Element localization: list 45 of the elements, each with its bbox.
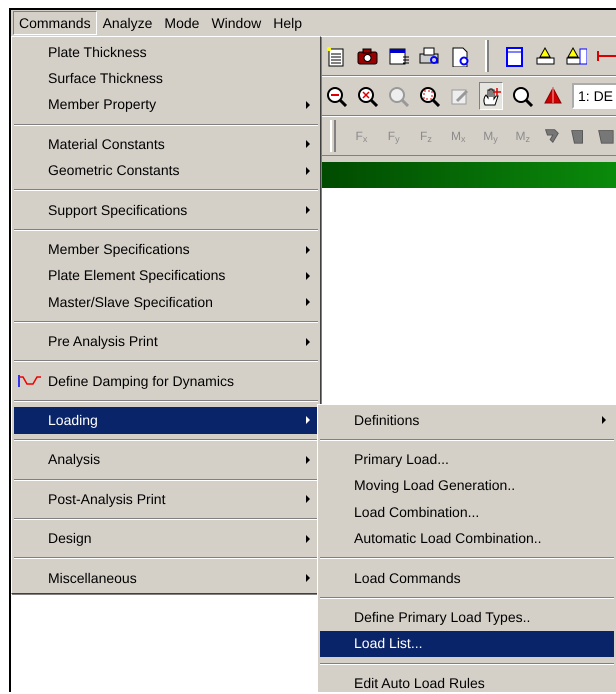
menu-item[interactable]: Load List... (320, 630, 614, 658)
menu-item[interactable]: Primary Load... (320, 446, 614, 473)
menu-item[interactable]: Load Commands (320, 564, 614, 592)
menu-item[interactable]: Moving Load Generation.. (320, 472, 614, 500)
menu-item[interactable]: Plate Element Specifications (14, 262, 318, 290)
menu-item[interactable]: Design (14, 525, 318, 552)
menu-item[interactable]: Support Specifications (14, 196, 318, 224)
menu-item[interactable]: Edit Auto Load Rules (320, 670, 614, 692)
menu-item[interactable]: Definitions (320, 407, 614, 434)
ruler-icon (534, 45, 556, 67)
toolbar-grip[interactable] (330, 120, 336, 152)
menu-item[interactable]: Load Combination... (320, 499, 614, 526)
toolbar-grip[interactable] (485, 40, 489, 72)
menu-item[interactable]: Mode (158, 11, 206, 35)
zoom-out-icon (325, 85, 347, 107)
menu-item[interactable]: Geometric Constants (14, 158, 318, 184)
menu-item[interactable]: Define Primary Load Types.. (320, 604, 614, 631)
magnifier-icon (511, 85, 533, 107)
menu-item[interactable]: Help (267, 11, 308, 35)
zoom-window-icon (356, 85, 378, 107)
menu-item[interactable]: Pre Analysis Print (14, 328, 318, 355)
menu-item[interactable]: Analysis (14, 446, 318, 474)
toolbar-button[interactable] (479, 82, 503, 110)
menu-item[interactable]: Plate Thickness (14, 39, 318, 66)
menu-item[interactable]: Member Specifications (14, 236, 318, 263)
menu-item[interactable]: Master/Slave Specification (14, 289, 318, 316)
menu-item[interactable]: Automatic Load Combination.. (320, 526, 614, 552)
menu-item[interactable]: Miscellaneous (14, 564, 318, 592)
menu-item[interactable]: Define Damping for Dynamics (14, 368, 318, 394)
menu-item[interactable]: Commands (13, 11, 97, 35)
menu-item[interactable]: Loading (14, 407, 318, 434)
menu-item[interactable]: Window (205, 11, 268, 35)
menu-item[interactable]: Analyze (96, 11, 158, 35)
ruler-list-icon (565, 45, 587, 67)
printer-icon (418, 45, 440, 67)
zoom-icon (387, 85, 409, 107)
view-field[interactable]: 1: DE (572, 83, 616, 109)
menu-item[interactable]: Post-Analysis Print (14, 486, 318, 512)
table-icon (503, 45, 525, 67)
menu-item[interactable]: Material Constants (14, 131, 318, 158)
dimension-icon (596, 50, 616, 62)
menu-item[interactable]: Surface Thickness (14, 65, 318, 92)
zoom-fit-icon (418, 85, 440, 107)
menu-item[interactable]: Member Property (14, 92, 318, 118)
damping-curve-icon (18, 374, 42, 388)
